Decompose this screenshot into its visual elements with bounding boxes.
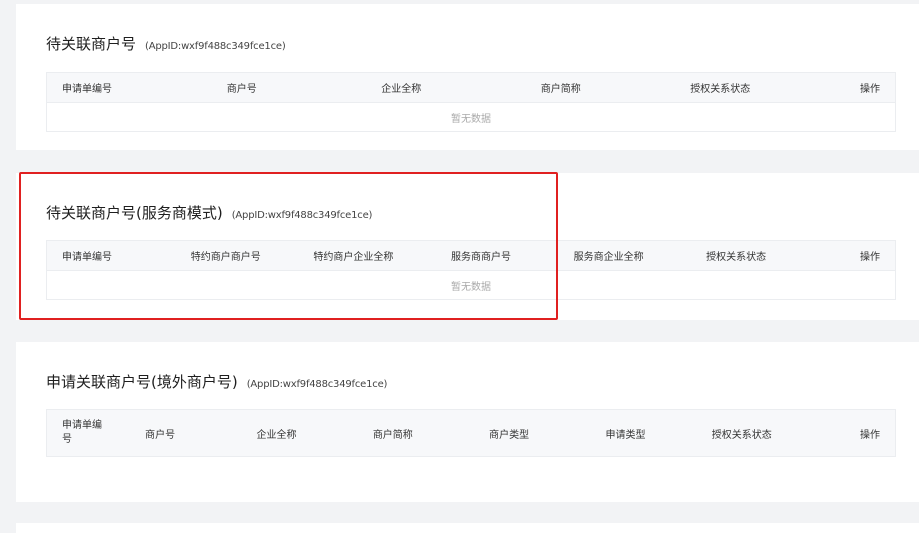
section-title-text: 申请关联商户号(境外商户号) <box>46 373 238 391</box>
section-title: 待关联商户号 (AppID:wxf9f488c349fce1ce) <box>46 33 286 54</box>
appid-label: (AppID:wxf9f488c349fce1ce) <box>231 210 373 221</box>
section-title: 待关联商户号(服务商模式) (AppID:wxf9f488c349fce1ce) <box>46 202 372 223</box>
service-merchant-table: 申请单编号 特约商户商户号 特约商户企业全称 服务商商户号 服务商企业全称 授权… <box>46 240 896 300</box>
empty-state: 暂无数据 <box>47 270 895 299</box>
section-title: 申请关联商户号(境外商户号) (AppID:wxf9f488c349fce1ce… <box>46 371 387 392</box>
column-header: 企业全称 <box>256 429 297 441</box>
section-title-text: 待关联商户号 <box>46 35 137 53</box>
column-header: 授权关系状态 <box>706 252 767 263</box>
section-pending-merchant: 待关联商户号 (AppID:wxf9f488c349fce1ce) 申请单编号 … <box>16 4 919 150</box>
column-header: 授权关系状态 <box>711 429 772 441</box>
column-header: 操作 <box>859 252 880 263</box>
column-header: 服务商商户号 <box>450 252 511 263</box>
next-section-card <box>16 523 919 533</box>
column-header: 商户简称 <box>372 429 413 441</box>
column-header: 商户类型 <box>489 429 530 441</box>
column-header: 操作 <box>859 429 880 441</box>
column-header: 企业全称 <box>381 84 422 95</box>
column-header: 申请单编号 <box>62 252 112 263</box>
column-header: 申请单编号 <box>62 84 112 95</box>
empty-state: 暂无数据 <box>47 102 895 131</box>
column-header: 操作 <box>860 84 880 95</box>
column-header: 授权关系状态 <box>690 84 751 95</box>
table-header: 申请单编号 商户号 企业全称 商户简称 授权关系状态 操作 <box>47 73 895 102</box>
section-pending-merchant-service-mode: 待关联商户号(服务商模式) (AppID:wxf9f488c349fce1ce)… <box>16 173 919 320</box>
column-header: 商户号 <box>226 84 257 95</box>
column-header: 特约商户企业全称 <box>313 252 394 263</box>
section-title-text: 待关联商户号(服务商模式) <box>46 204 223 222</box>
merchant-table: 申请单编号 商户号 企业全称 商户简称 授权关系状态 操作 暂无数据 <box>46 72 896 132</box>
table-header: 申请单编号 特约商户商户号 特约商户企业全称 服务商商户号 服务商企业全称 授权… <box>47 241 895 270</box>
overseas-merchant-table: 申请单编号 商户号 企业全称 商户简称 商户类型 申请类型 授权关系状态 操作 <box>46 409 896 457</box>
column-header: 服务商企业全称 <box>573 252 644 263</box>
column-header: 申请单编号 <box>62 420 102 445</box>
column-header: 申请类型 <box>605 429 646 441</box>
appid-label: (AppID:wxf9f488c349fce1ce) <box>145 41 286 52</box>
table-header: 申请单编号 商户号 企业全称 商户简称 商户类型 申请类型 授权关系状态 操作 <box>47 410 895 456</box>
column-header: 特约商户商户号 <box>190 252 261 263</box>
section-apply-overseas-merchant: 申请关联商户号(境外商户号) (AppID:wxf9f488c349fce1ce… <box>16 342 919 502</box>
appid-label: (AppID:wxf9f488c349fce1ce) <box>246 379 388 390</box>
column-header: 商户号 <box>145 429 176 441</box>
column-header: 商户简称 <box>540 84 581 95</box>
